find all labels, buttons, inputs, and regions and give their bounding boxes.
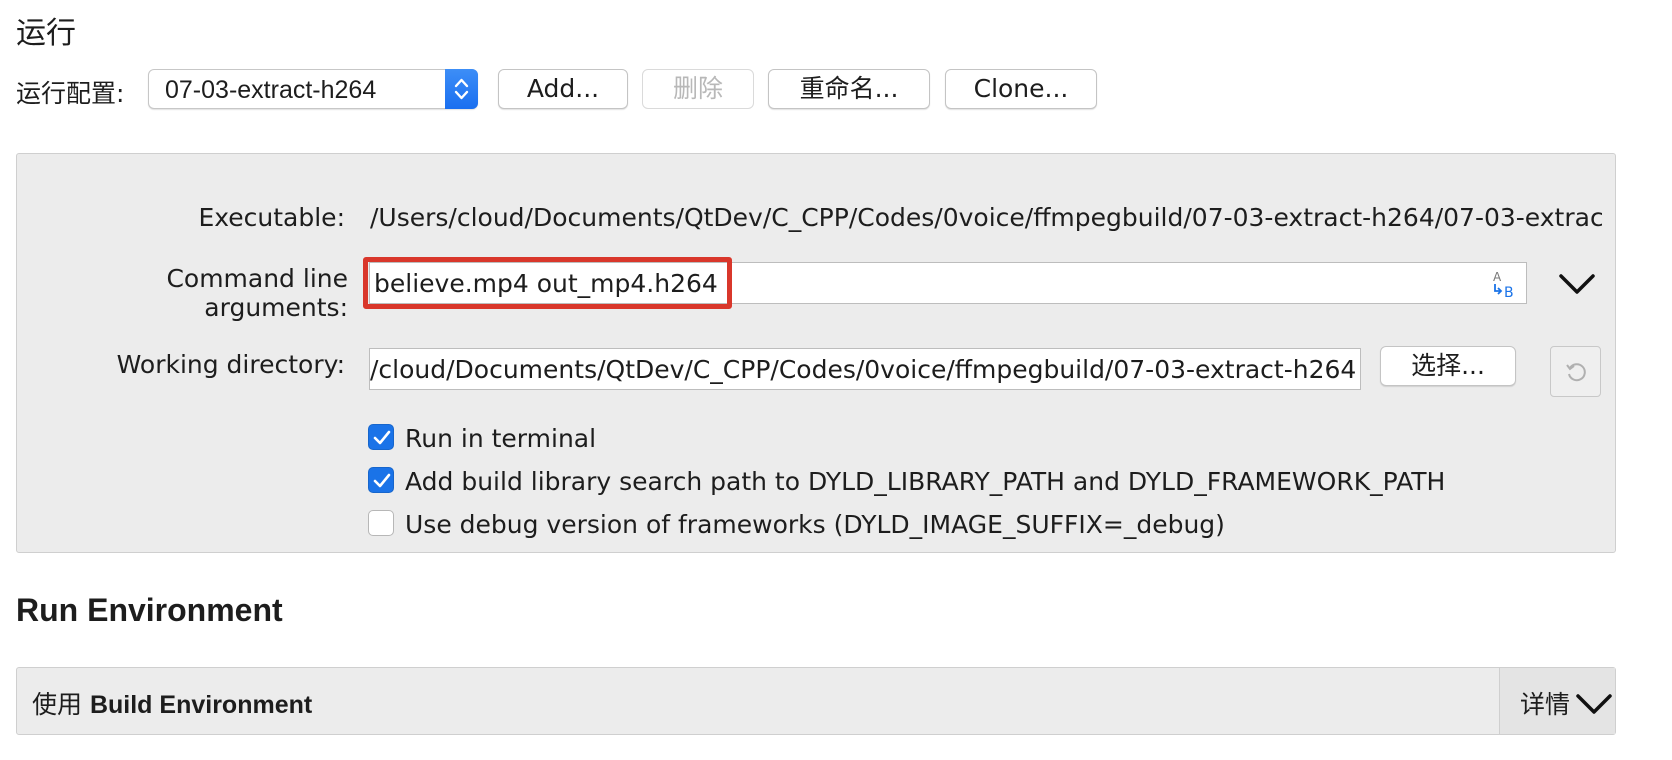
chevron-down-icon (1576, 694, 1612, 714)
details-button[interactable]: 详情 (1499, 668, 1615, 734)
debug-frameworks-checkbox[interactable] (368, 510, 394, 536)
args-highlight (363, 257, 732, 309)
variable-substitution-icon[interactable]: A B (1490, 269, 1522, 304)
add-button[interactable]: Add... (498, 69, 628, 109)
run-config-label: 运行配置: (16, 79, 125, 108)
args-label: Command line arguments: (166, 264, 348, 322)
dyld-library-path-checkbox[interactable] (368, 467, 394, 493)
browse-button[interactable]: 选择... (1380, 346, 1516, 386)
working-directory-label: Working directory: (116, 350, 345, 379)
svg-text:A: A (1493, 270, 1502, 284)
clone-button[interactable]: Clone... (945, 69, 1097, 109)
checkmark-icon (373, 430, 391, 445)
run-environment-title: Run Environment (16, 592, 283, 628)
rename-button[interactable]: 重命名... (768, 69, 930, 109)
updown-arrows-icon (445, 69, 478, 109)
section-title: 运行 (16, 16, 76, 51)
working-directory-input[interactable]: /cloud/Documents/QtDev/C_CPP/Codes/0voic… (369, 348, 1361, 390)
working-directory-value: /cloud/Documents/QtDev/C_CPP/Codes/0voic… (370, 355, 1357, 384)
details-label: 详情 (1520, 690, 1571, 719)
dyld-library-path-label: Add build library search path to DYLD_LI… (405, 467, 1446, 496)
reset-icon (1566, 363, 1586, 382)
run-environment-summary: 使用 Build Environment (32, 685, 312, 721)
run-in-terminal-label: Run in terminal (405, 424, 597, 453)
executable-label: Executable: (198, 203, 345, 232)
run-config-select[interactable]: 07-03-extract-h264 (148, 69, 478, 109)
chevron-down-icon[interactable] (1558, 272, 1596, 301)
svg-text:B: B (1504, 285, 1514, 299)
delete-button[interactable]: 删除 (642, 69, 754, 109)
debug-frameworks-label: Use debug version of frameworks (DYLD_IM… (405, 510, 1225, 539)
using-prefix: 使用 (32, 690, 83, 719)
checkmark-icon (373, 473, 391, 488)
run-config-selected: 07-03-extract-h264 (165, 76, 377, 104)
reset-button[interactable] (1550, 346, 1601, 397)
run-in-terminal-checkbox[interactable] (368, 424, 394, 450)
executable-path: /Users/cloud/Documents/QtDev/C_CPP/Codes… (370, 203, 1602, 232)
using-value: Build Environment (89, 691, 313, 719)
